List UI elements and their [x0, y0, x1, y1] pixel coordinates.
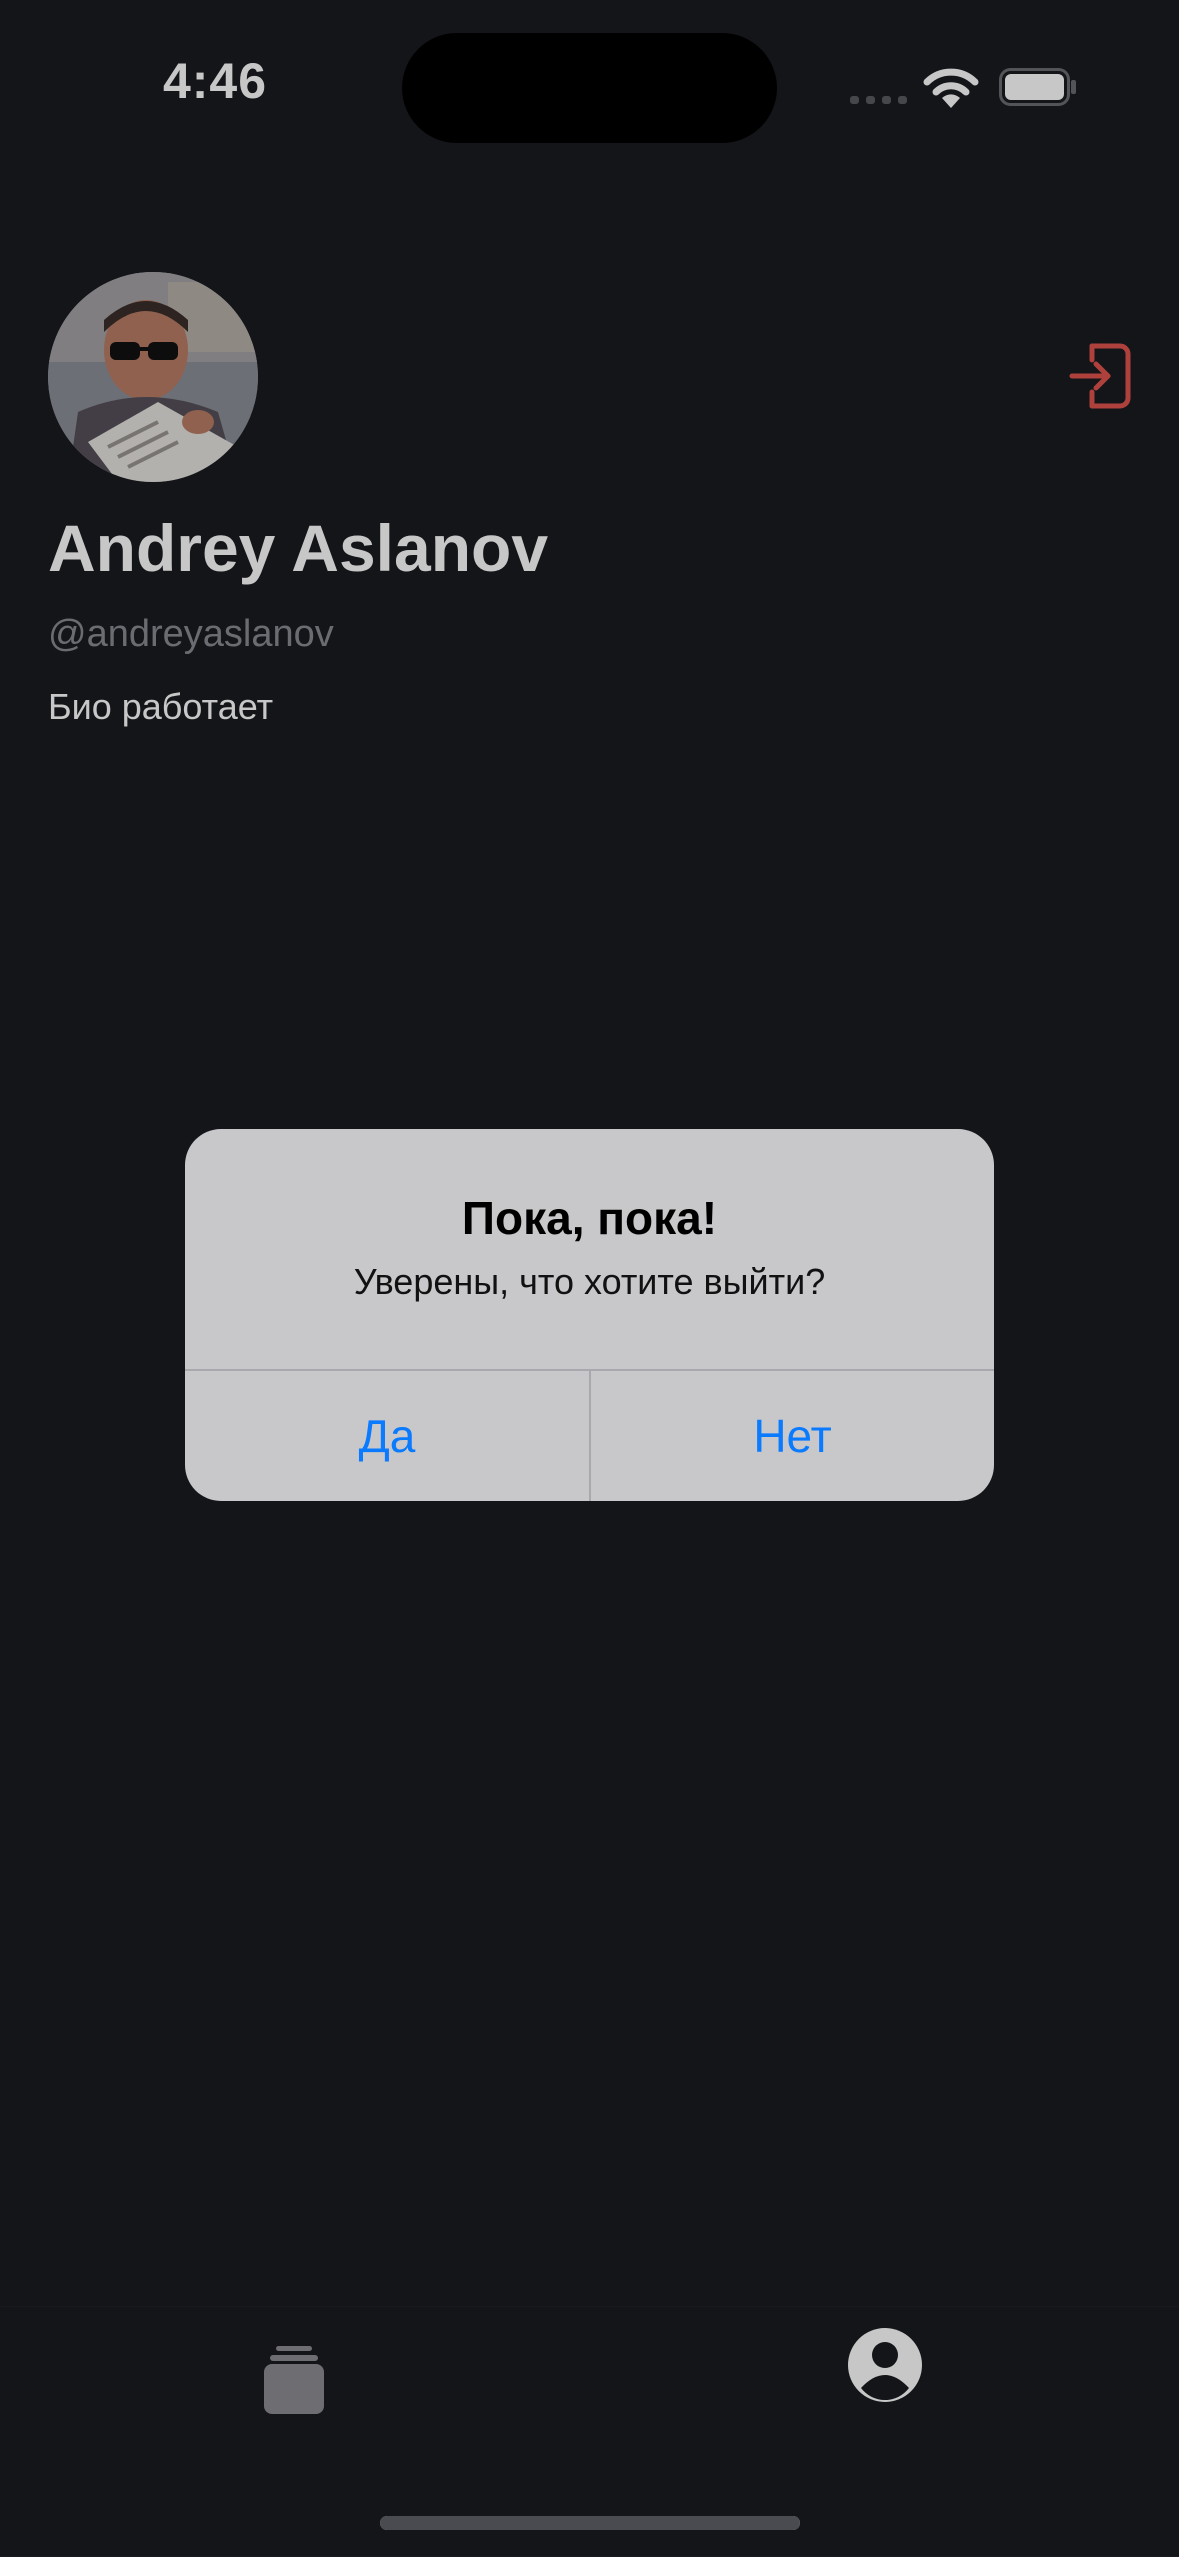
yes-button[interactable]: Да [185, 1371, 589, 1501]
home-indicator-dimmed [380, 2516, 800, 2530]
alert-message: Уверены, что хотите выйти? [353, 1261, 826, 1302]
no-button[interactable]: Нет [591, 1371, 994, 1501]
logout-alert: Пока, пока! Уверены, что хотите выйти? Д… [185, 1129, 994, 1501]
alert-title: Пока, пока! [461, 1192, 718, 1244]
